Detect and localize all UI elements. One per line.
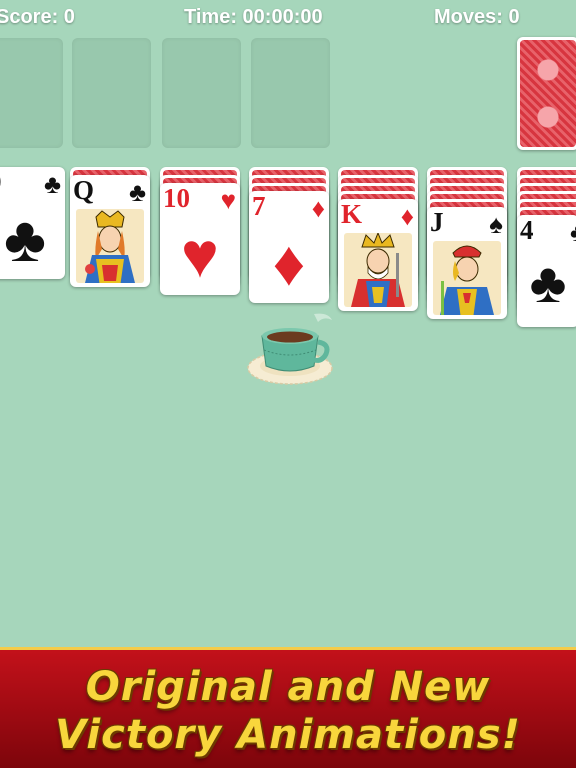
card-rank: 4 <box>520 215 534 245</box>
banner-title-line-2: Victory Animations! <box>55 712 521 758</box>
banner-title-line-1: Original and New <box>85 664 491 710</box>
heart-icon: ♥ <box>181 219 219 291</box>
jack-portrait-icon <box>433 241 501 315</box>
status-bar: Score: 0 Time: 00:00:00 Moves: 0 <box>0 0 576 34</box>
diamond-icon: ♦ <box>400 201 414 231</box>
diamond-icon: ♦ <box>311 193 325 223</box>
foundation-slot-3[interactable] <box>162 38 241 148</box>
club-icon: ♣ <box>529 251 567 314</box>
card-rank: J <box>430 207 444 237</box>
score-label: Score: 0 <box>0 6 75 28</box>
tableau-card-5[interactable]: K ♦ <box>338 199 418 311</box>
card-rank: K <box>341 199 363 229</box>
moves-label: Moves: 0 <box>434 6 520 28</box>
time-label: Time: 00:00:00 <box>184 6 323 28</box>
club-icon: ♣ <box>570 219 576 245</box>
king-portrait-icon <box>344 233 412 307</box>
foundation-slot-2[interactable] <box>72 38 151 148</box>
tableau-card-7[interactable]: 4 ♣ ♣ <box>517 215 576 327</box>
card-rank: 7 <box>252 191 266 221</box>
tableau-card-4[interactable]: 7 ♦ ♦ <box>249 191 329 303</box>
tableau-card-6[interactable]: J ♠ <box>427 207 507 319</box>
diamond-icon: ♦ <box>272 227 306 299</box>
spade-icon: ♠ <box>489 209 503 239</box>
club-icon: ♣ <box>128 177 146 207</box>
club-icon: ♣ <box>43 169 61 199</box>
foundation-slot-4[interactable] <box>251 38 330 148</box>
queen-portrait-icon <box>76 209 144 283</box>
coffee-cup-icon <box>244 308 336 390</box>
card-rank: 10 <box>163 183 190 213</box>
foundation-slot-1[interactable] <box>0 38 63 148</box>
card-rank: 9 <box>0 169 2 196</box>
promo-banner: Original and New Victory Animations! <box>0 647 576 768</box>
tableau-card-1[interactable]: 9 ♣ ♣ <box>0 167 65 279</box>
tableau-card-2[interactable]: Q ♣ <box>70 175 150 287</box>
stock-pile[interactable] <box>517 37 576 150</box>
heart-icon: ♥ <box>220 185 236 215</box>
club-icon: ♣ <box>4 203 46 275</box>
tableau-card-3[interactable]: 10 ♥ ♥ <box>160 183 240 295</box>
card-rank: Q <box>73 175 95 205</box>
